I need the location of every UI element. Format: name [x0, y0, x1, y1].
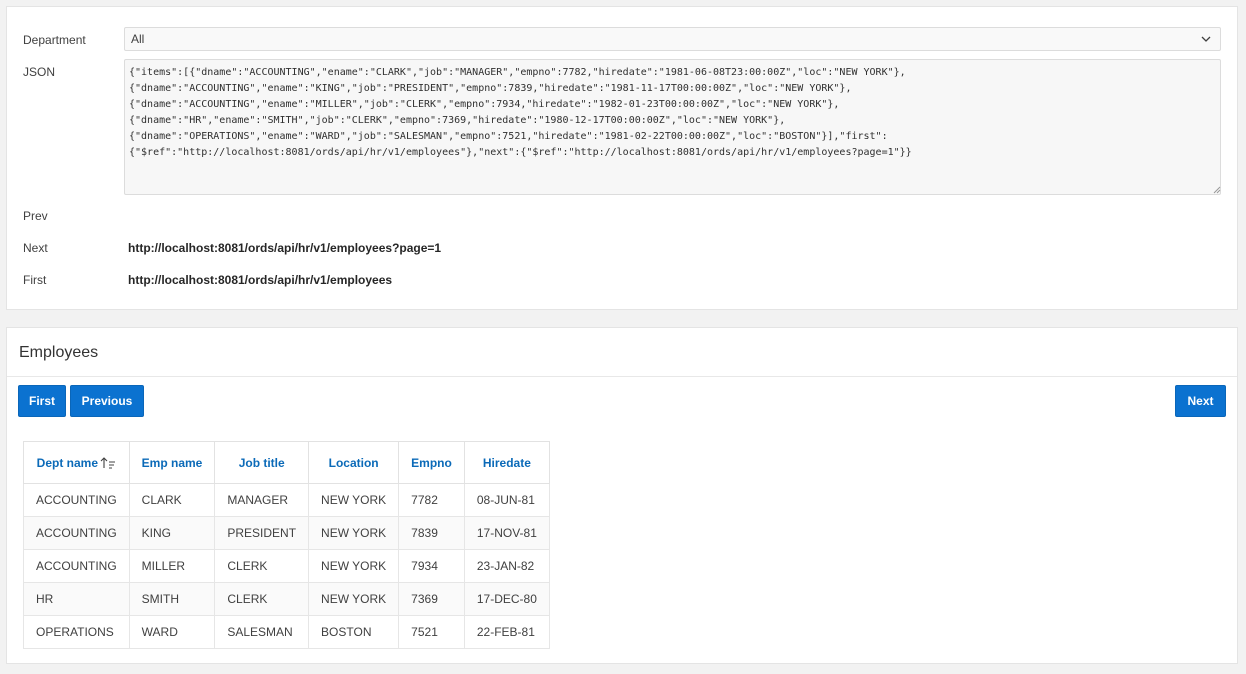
json-textarea[interactable]: {"items":[{"dname":"ACCOUNTING","ename":… — [124, 59, 1221, 195]
employees-report-region: Employees First Previous Next Dept name … — [6, 327, 1238, 664]
table-row: HR SMITH CLERK NEW YORK 7369 17-DEC-80 — [23, 582, 550, 616]
cell-dept-name: ACCOUNTING — [23, 483, 130, 517]
table-row: ACCOUNTING CLARK MANAGER NEW YORK 7782 0… — [23, 483, 550, 517]
cell-empno: 7369 — [398, 582, 465, 616]
json-label: JSON — [23, 65, 56, 79]
cell-hiredate: 08-JUN-81 — [463, 483, 550, 517]
column-header-empno[interactable]: Empno — [398, 441, 465, 484]
first-label: First — [23, 273, 47, 287]
cell-location: NEW YORK — [308, 516, 400, 550]
sort-ascending-icon — [100, 457, 116, 469]
department-select-value: All — [131, 32, 145, 46]
column-header-emp-name[interactable]: Emp name — [128, 441, 216, 484]
cell-job-title: MANAGER — [214, 483, 310, 517]
column-header-job-title[interactable]: Job title — [214, 441, 310, 484]
resize-grip-icon[interactable] — [1213, 186, 1221, 194]
column-header-location[interactable]: Location — [308, 441, 400, 484]
region-title: Employees — [19, 344, 99, 361]
first-button[interactable]: First — [18, 385, 66, 417]
cell-dept-name: HR — [23, 582, 130, 616]
next-label: Next — [23, 241, 48, 255]
cell-dept-name: OPERATIONS — [23, 615, 130, 649]
column-header-label: Dept name — [36, 455, 99, 470]
cell-emp-name: KING — [128, 516, 216, 550]
next-button[interactable]: Next — [1175, 385, 1226, 417]
chevron-down-icon — [1201, 36, 1211, 42]
cell-emp-name: WARD — [128, 615, 216, 649]
cell-dept-name: ACCOUNTING — [23, 549, 130, 583]
region-divider — [7, 376, 1237, 377]
cell-job-title: SALESMAN — [214, 615, 310, 649]
cell-job-title: CLERK — [214, 582, 310, 616]
cell-hiredate: 17-DEC-80 — [463, 582, 550, 616]
cell-job-title: CLERK — [214, 549, 310, 583]
table-row: ACCOUNTING MILLER CLERK NEW YORK 7934 23… — [23, 549, 550, 583]
cell-emp-name: SMITH — [128, 582, 216, 616]
cell-empno: 7934 — [398, 549, 465, 583]
first-url-value: http://localhost:8081/ords/api/hr/v1/emp… — [128, 273, 393, 287]
cell-empno: 7521 — [398, 615, 465, 649]
previous-button[interactable]: Previous — [70, 385, 144, 417]
cell-hiredate: 23-JAN-82 — [463, 549, 550, 583]
cell-empno: 7782 — [398, 483, 465, 517]
cell-location: NEW YORK — [308, 582, 400, 616]
department-label: Department — [23, 33, 86, 47]
column-header-hiredate[interactable]: Hiredate — [463, 441, 550, 484]
cell-hiredate: 17-NOV-81 — [463, 516, 550, 550]
cell-hiredate: 22-FEB-81 — [463, 615, 550, 649]
next-url-value: http://localhost:8081/ords/api/hr/v1/emp… — [128, 241, 442, 255]
prev-label: Prev — [23, 209, 48, 223]
cell-empno: 7839 — [398, 516, 465, 550]
cell-location: BOSTON — [308, 615, 400, 649]
employees-table: Dept name Emp name Job title Location Em… — [23, 441, 550, 649]
table-header-row: Dept name Emp name Job title Location Em… — [23, 441, 550, 484]
department-select[interactable]: All — [124, 27, 1221, 51]
cell-job-title: PRESIDENT — [214, 516, 310, 550]
cell-location: NEW YORK — [308, 549, 400, 583]
cell-emp-name: MILLER — [128, 549, 216, 583]
column-header-dept-name[interactable]: Dept name — [23, 441, 130, 484]
table-row: OPERATIONS WARD SALESMAN BOSTON 7521 22-… — [23, 615, 550, 649]
cell-emp-name: CLARK — [128, 483, 216, 517]
cell-dept-name: ACCOUNTING — [23, 516, 130, 550]
search-form-region: Department All JSON {"items":[{"dname":"… — [6, 6, 1238, 310]
cell-location: NEW YORK — [308, 483, 400, 517]
table-row: ACCOUNTING KING PRESIDENT NEW YORK 7839 … — [23, 516, 550, 550]
